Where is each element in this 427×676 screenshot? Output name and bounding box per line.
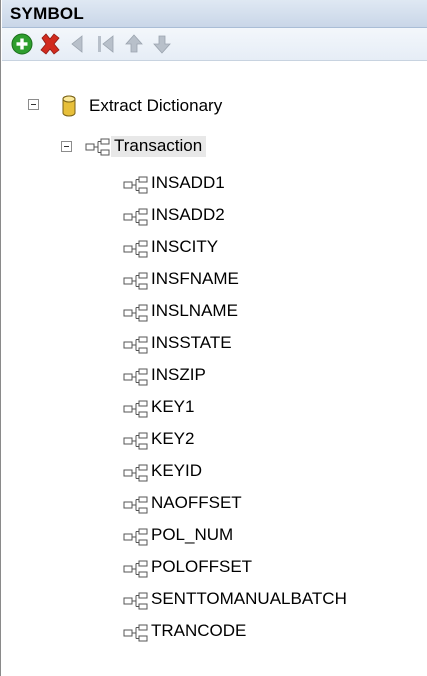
panel-header: SYMBOL	[2, 0, 427, 28]
tree-node-field[interactable]: INSLNAME	[151, 301, 238, 321]
root-collapse-toggle[interactable]	[28, 99, 39, 110]
hierarchy-icon	[123, 272, 149, 290]
hierarchy-icon	[123, 560, 149, 578]
hierarchy-icon	[123, 496, 149, 514]
first-button[interactable]	[94, 32, 118, 56]
hierarchy-icon	[123, 528, 149, 546]
tree-node-field[interactable]: INSCITY	[151, 237, 218, 257]
arrow-down-icon	[153, 35, 171, 54]
tree-node-field[interactable]: NAOFFSET	[151, 493, 242, 513]
skip-first-icon	[98, 35, 114, 53]
tree-node-field[interactable]: TRANCODE	[151, 621, 246, 641]
arrow-up-icon	[125, 34, 143, 53]
panel-title: SYMBOL	[10, 4, 84, 23]
tree-node-field[interactable]: KEYID	[151, 461, 202, 481]
move-up-button[interactable]	[122, 32, 146, 56]
tree-node-field[interactable]: KEY2	[151, 429, 194, 449]
delete-button[interactable]	[38, 32, 62, 56]
hierarchy-icon	[123, 240, 149, 258]
transaction-collapse-toggle[interactable]	[61, 141, 72, 152]
previous-button[interactable]	[66, 32, 90, 56]
add-green-circle-icon	[11, 33, 33, 55]
move-down-button[interactable]	[150, 32, 174, 56]
hierarchy-icon	[123, 176, 149, 194]
hierarchy-icon	[123, 432, 149, 450]
tree-node-field[interactable]: INSADD2	[151, 205, 225, 225]
symbol-panel: SYMBOL Extract Dictionary Transaction IN…	[0, 0, 427, 676]
hierarchy-icon	[123, 368, 149, 386]
database-icon	[62, 95, 76, 117]
tree-node-field[interactable]: POLOFFSET	[151, 557, 252, 577]
tree-node-field[interactable]: INSSTATE	[151, 333, 232, 353]
dictionary-tree: Extract Dictionary Transaction INSADD1 IN…	[2, 61, 427, 676]
tree-node-field[interactable]: INSADD1	[151, 173, 225, 193]
hierarchy-icon	[123, 592, 149, 610]
tree-node-field[interactable]: INSZIP	[151, 365, 206, 385]
hierarchy-icon	[123, 624, 149, 642]
hierarchy-icon	[123, 208, 149, 226]
hierarchy-icon	[123, 464, 149, 482]
tree-node-field[interactable]: POL_NUM	[151, 525, 233, 545]
add-button[interactable]	[10, 32, 34, 56]
arrow-left-icon	[71, 35, 83, 53]
hierarchy-icon	[123, 304, 149, 322]
hierarchy-icon	[123, 336, 149, 354]
hierarchy-icon	[85, 138, 111, 156]
hierarchy-icon	[123, 400, 149, 418]
tree-node-field[interactable]: INSFNAME	[151, 269, 239, 289]
toolbar	[2, 28, 427, 61]
tree-node-field[interactable]: SENTTOMANUALBATCH	[151, 589, 347, 609]
delete-red-x-icon	[40, 33, 60, 55]
tree-node-field[interactable]: KEY1	[151, 397, 194, 417]
tree-node-transaction[interactable]: Transaction	[111, 136, 207, 157]
tree-node-extract-dictionary[interactable]: Extract Dictionary	[89, 96, 222, 116]
